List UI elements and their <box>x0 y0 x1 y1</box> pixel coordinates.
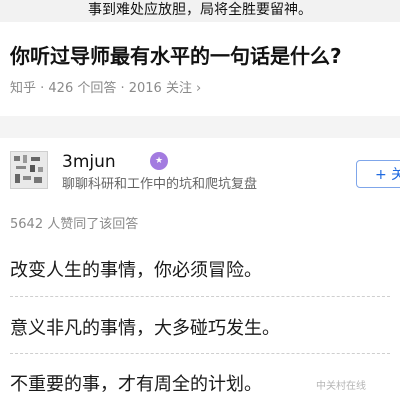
avatar-pattern-icon <box>11 152 47 188</box>
answer-line: 改变人生的事情，你必须冒险。 <box>10 260 262 281</box>
caption-text: 事到难处应放胆，局将全胜要留神。 <box>0 0 400 22</box>
answer-line: 不重要的事，才有周全的计划。 <box>10 374 262 395</box>
likes-count: 5642 人赞同了该回答 <box>10 217 139 232</box>
verified-badge-icon: ★ <box>150 152 168 170</box>
section-divider <box>0 116 400 138</box>
chevron-right-icon: › <box>195 81 202 96</box>
question-meta[interactable]: 知乎 · 426 个回答 · 2016 关注 › <box>10 80 201 98</box>
answer-line: 意义非凡的事情，大多碰巧发生。 <box>10 318 280 339</box>
avatar[interactable] <box>10 151 48 189</box>
watermark: 中关村在线 <box>316 381 366 392</box>
question-title[interactable]: 你听过导师最有水平的一句话是什么? <box>10 42 400 70</box>
author-name[interactable]: 3mjun <box>62 151 116 173</box>
divider <box>10 296 390 297</box>
divider <box>10 353 390 354</box>
follow-button[interactable]: + 关 <box>356 160 400 188</box>
author-bio: 聊聊科研和工作中的坑和爬坑复盘 <box>62 177 258 192</box>
question-meta-text: 知乎 · 426 个回答 · 2016 关注 <box>10 81 192 96</box>
